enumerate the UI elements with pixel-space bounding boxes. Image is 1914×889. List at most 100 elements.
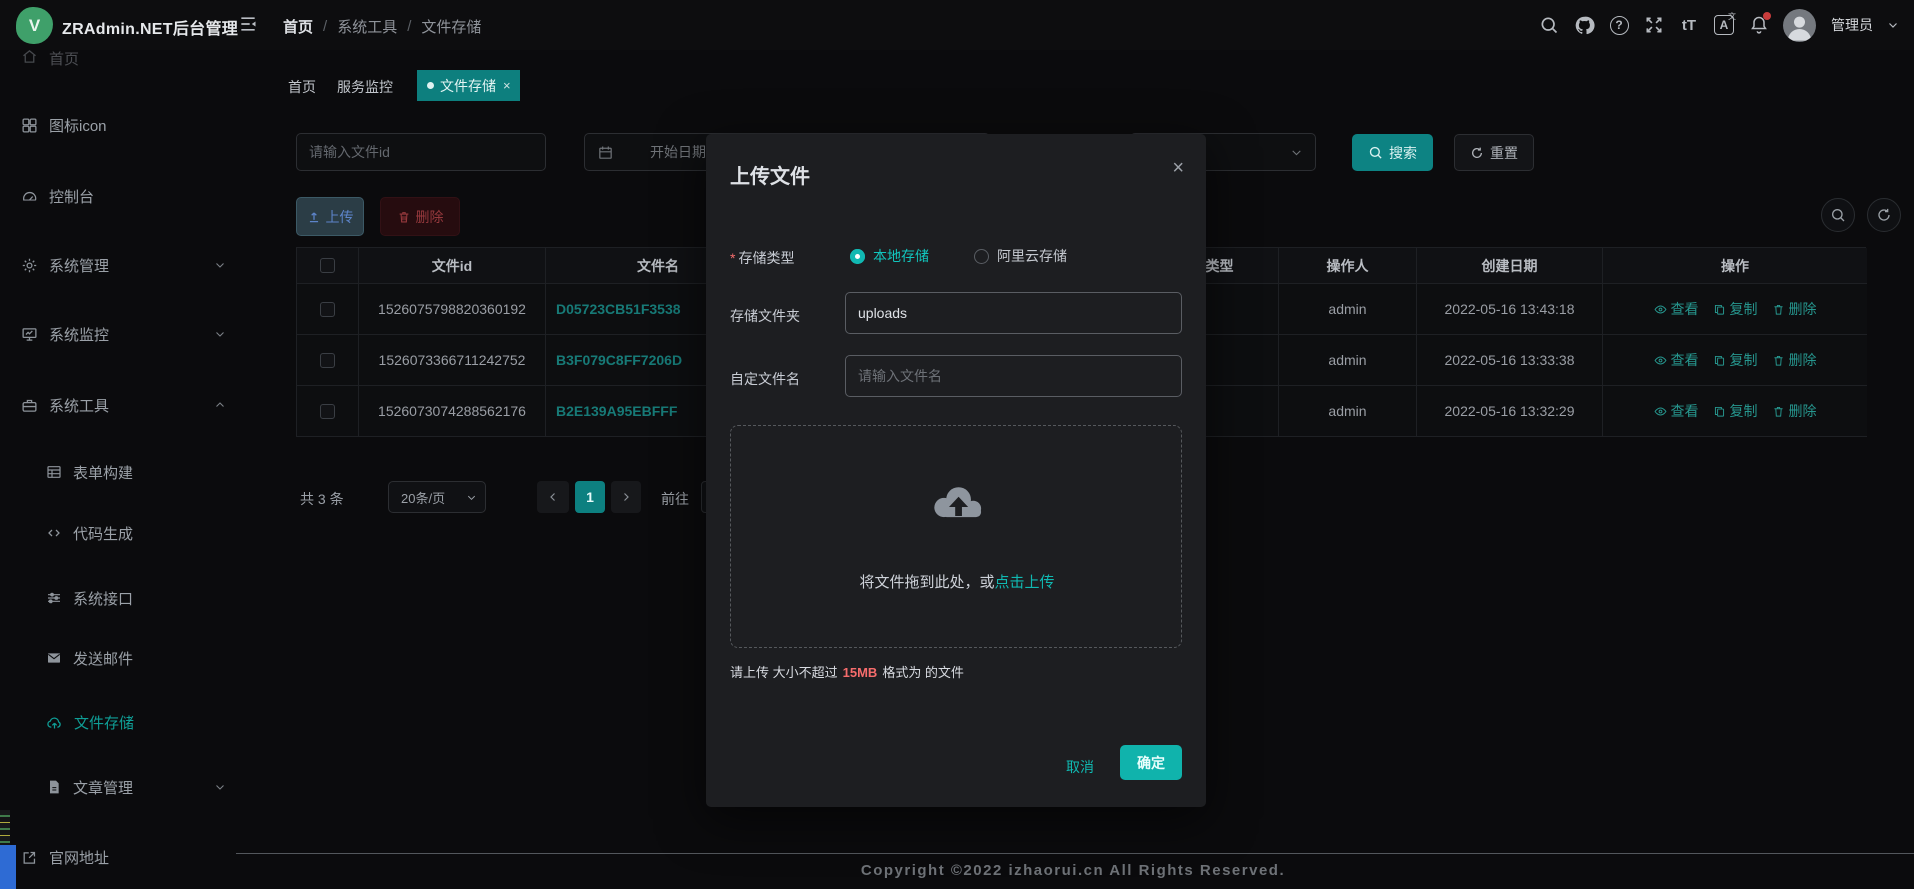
next-page-button[interactable] <box>611 481 641 513</box>
active-tab-label: 文件存储 <box>440 76 496 96</box>
filename-input[interactable] <box>845 355 1182 397</box>
chevron-down-icon[interactable] <box>1886 14 1900 36</box>
breadcrumb-file-storage[interactable]: 文件存储 <box>421 16 481 37</box>
radio-local-storage[interactable]: 本地存储 <box>850 246 929 266</box>
tab-home[interactable]: 首页 <box>288 77 316 97</box>
app-logo[interactable]: V <box>16 7 53 44</box>
sidebar-item-form-builder[interactable]: 表单构建 <box>0 452 236 492</box>
delete-link[interactable]: 删除 <box>1772 350 1817 370</box>
page-size-value: 20条/页 <box>401 488 445 507</box>
page-number-current[interactable]: 1 <box>575 481 605 513</box>
help-icon[interactable]: ? <box>1608 14 1630 36</box>
goto-label: 前往 <box>661 489 689 509</box>
click-to-upload-link[interactable]: 点击上传 <box>995 574 1055 591</box>
app-title: ZRAdmin.NET后台管理 <box>62 15 238 39</box>
row-checkbox[interactable] <box>320 353 335 368</box>
search-button-label: 搜索 <box>1389 143 1417 163</box>
cell-operator: admin <box>1279 335 1417 386</box>
prev-page-button[interactable] <box>537 481 569 513</box>
sidebar-item-system-monitor[interactable]: 系统监控 <box>0 314 236 354</box>
tab-close-icon[interactable]: × <box>503 78 511 93</box>
sidebar-item-system-management[interactable]: 系统管理 <box>0 245 236 285</box>
tip-suffix: 格式为 的文件 <box>882 665 964 680</box>
row-checkbox[interactable] <box>320 302 335 317</box>
row-checkbox[interactable] <box>320 404 335 419</box>
table-refresh-button[interactable] <box>1867 198 1901 232</box>
sidebar-item-official-site[interactable]: 官网地址 <box>0 837 236 877</box>
sidebar-collapse-button[interactable] <box>238 14 258 34</box>
copy-link[interactable]: 复制 <box>1713 401 1758 421</box>
view-link[interactable]: 查看 <box>1654 350 1699 370</box>
gear-icon <box>21 257 38 274</box>
breadcrumb-system-tools[interactable]: 系统工具 <box>337 16 397 37</box>
file-id-input-field[interactable] <box>309 144 533 160</box>
folder-label: 存储文件夹 <box>730 306 800 326</box>
upload-dropzone[interactable]: 将文件拖到此处，或点击上传 <box>730 425 1182 648</box>
sidebar-item-label: 代码生成 <box>73 523 133 544</box>
search-button[interactable]: 搜索 <box>1352 134 1433 171</box>
cancel-button[interactable]: 取消 <box>1058 752 1102 782</box>
copy-link[interactable]: 复制 <box>1713 299 1758 319</box>
radio-aliyun-label: 阿里云存储 <box>997 246 1067 266</box>
radio-aliyun-storage[interactable]: 阿里云存储 <box>974 246 1067 266</box>
sidebar-item-home[interactable]: 首页 <box>0 48 236 70</box>
sidebar-item-label: 文章管理 <box>73 777 133 798</box>
breadcrumb-separator: / <box>323 18 327 35</box>
delete-link[interactable]: 删除 <box>1772 299 1817 319</box>
github-icon[interactable] <box>1573 14 1595 36</box>
cell-operator: admin <box>1279 284 1417 335</box>
external-link-icon <box>21 849 38 866</box>
cell-created: 2022-05-16 13:43:18 <box>1417 284 1603 335</box>
toolbox-icon <box>21 397 38 414</box>
sidebar-item-system-api[interactable]: 系统接口 <box>0 578 236 618</box>
user-name[interactable]: 管理员 <box>1831 15 1873 35</box>
page-size-select[interactable]: 20条/页 <box>388 481 486 513</box>
folder-input-field[interactable] <box>858 305 1169 321</box>
tab-service-monitor[interactable]: 服务监控 <box>337 77 393 97</box>
view-link[interactable]: 查看 <box>1654 299 1699 319</box>
monitor-icon <box>21 326 38 343</box>
col-operator: 操作人 <box>1279 248 1417 284</box>
delete-link[interactable]: 删除 <box>1772 401 1817 421</box>
reset-button[interactable]: 重置 <box>1454 134 1534 171</box>
dialog-close-icon[interactable]: × <box>1172 158 1184 178</box>
confirm-button[interactable]: 确定 <box>1120 745 1182 780</box>
table-search-toggle-button[interactable] <box>1821 198 1855 232</box>
cell-created: 2022-05-16 13:33:38 <box>1417 335 1603 386</box>
notification-bell-icon[interactable] <box>1748 14 1770 36</box>
sidebar-item-code-generator[interactable]: 代码生成 <box>0 513 236 553</box>
sidebar-item-send-mail[interactable]: 发送邮件 <box>0 638 236 678</box>
radio-local-label: 本地存储 <box>873 246 929 266</box>
refresh-icon <box>1470 146 1484 160</box>
sidebar-item-file-storage[interactable]: 文件存储 <box>0 702 236 742</box>
sidebar-item-icons[interactable]: 图标icon <box>0 105 236 145</box>
copy-link[interactable]: 复制 <box>1713 350 1758 370</box>
notification-badge <box>1763 12 1771 20</box>
sidebar-item-article-management[interactable]: 文章管理 <box>0 767 236 807</box>
sidebar-item-label: 图标icon <box>49 115 107 136</box>
dashboard-icon <box>21 188 38 205</box>
sidebar-item-console[interactable]: 控制台 <box>0 176 236 216</box>
view-link[interactable]: 查看 <box>1654 401 1699 421</box>
delete-button[interactable]: 删除 <box>380 197 460 236</box>
col-actions: 操作 <box>1603 248 1867 284</box>
search-icon[interactable] <box>1538 14 1560 36</box>
tab-file-storage[interactable]: 文件存储 × <box>417 70 520 101</box>
select-all-checkbox[interactable] <box>320 258 335 273</box>
folder-input[interactable] <box>845 292 1182 334</box>
fullscreen-icon[interactable] <box>1643 14 1665 36</box>
cell-created: 2022-05-16 13:32:29 <box>1417 386 1603 437</box>
breadcrumb-home[interactable]: 首页 <box>283 16 313 37</box>
radio-selected-icon <box>850 249 865 264</box>
row-checkbox-cell <box>297 284 359 335</box>
upload-button[interactable]: 上传 <box>296 197 364 236</box>
avatar[interactable] <box>1783 9 1816 42</box>
delete-link-label: 删除 <box>1789 299 1817 319</box>
file-id-input[interactable] <box>296 133 546 171</box>
filename-input-field[interactable] <box>858 368 1169 384</box>
sidebar-item-system-tools[interactable]: 系统工具 <box>0 385 236 425</box>
language-icon[interactable]: A文 <box>1713 14 1735 36</box>
font-size-icon[interactable]: tT <box>1678 14 1700 36</box>
sidebar-item-label: 控制台 <box>49 186 94 207</box>
cell-actions: 查看 复制 删除 <box>1603 284 1867 335</box>
